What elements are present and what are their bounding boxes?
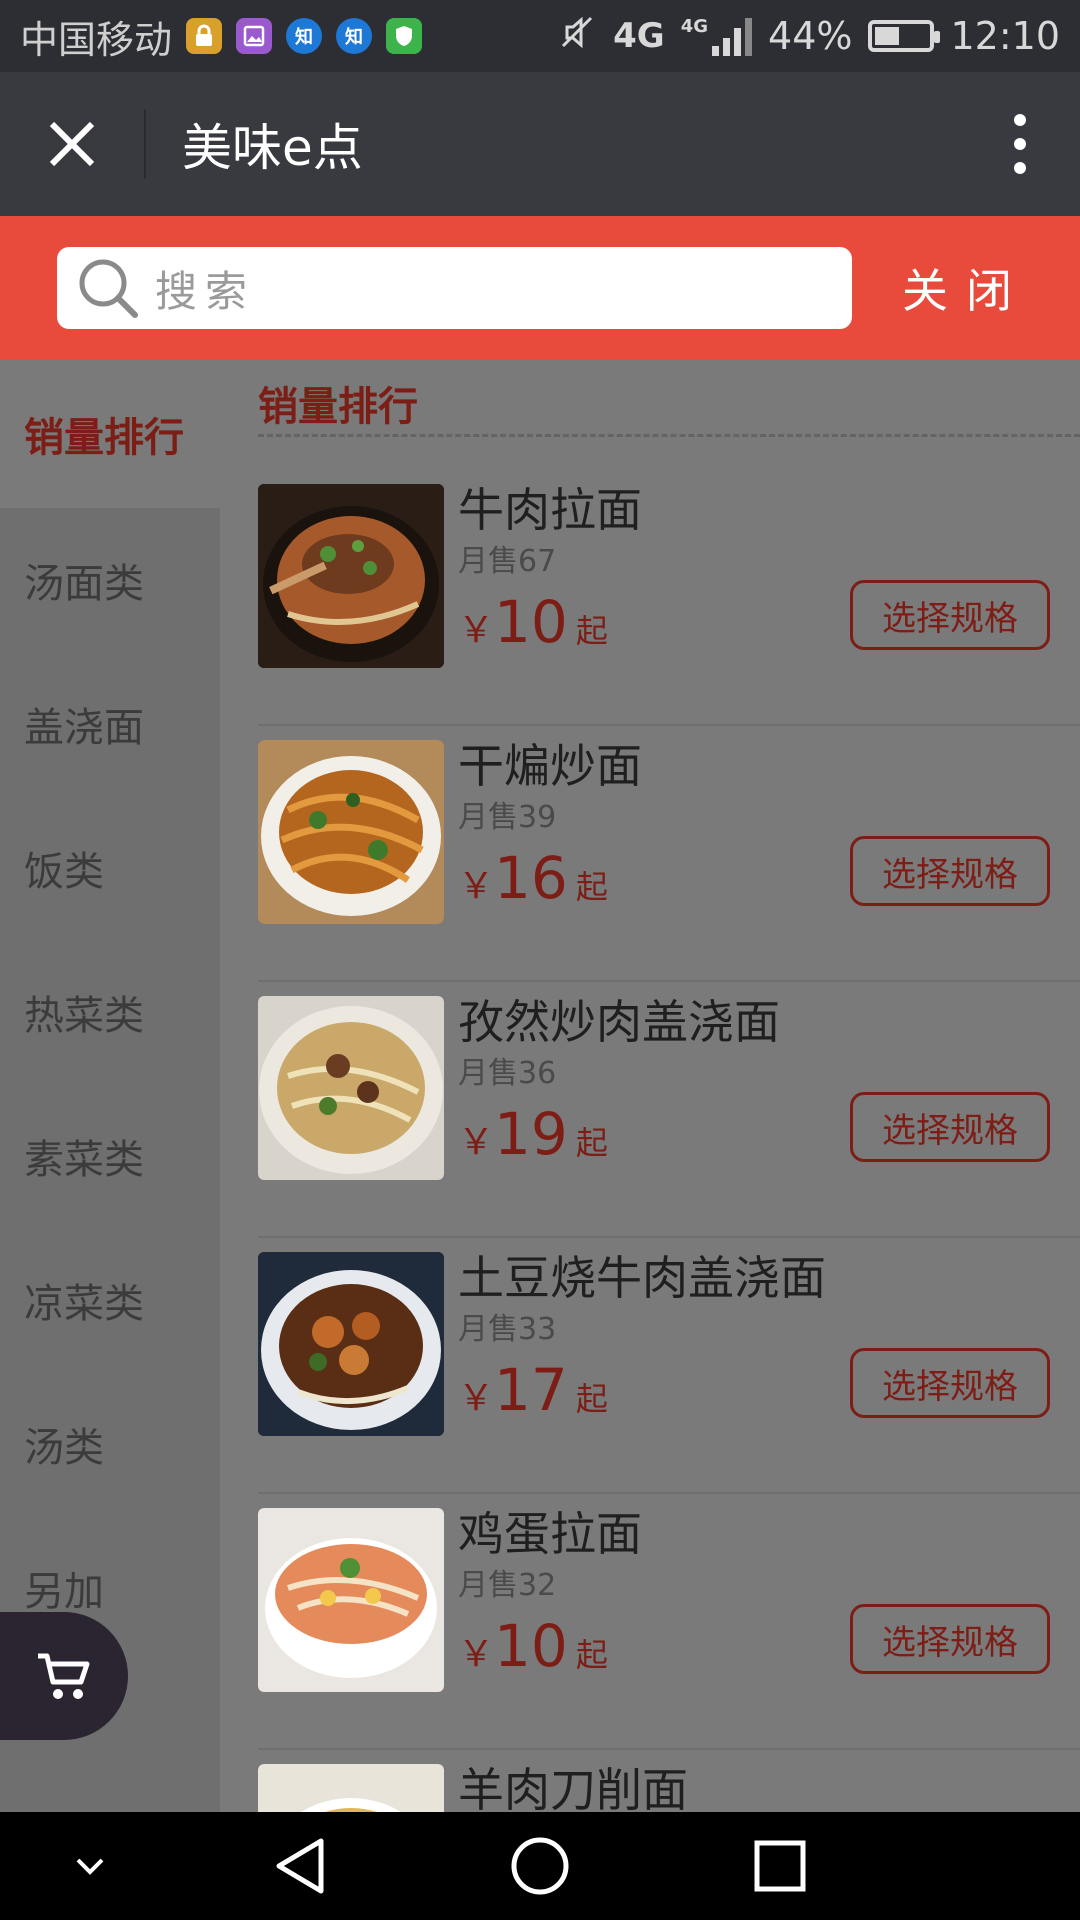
menu-main: 销量排行 汤面类 盖浇面 饭类 热菜类 素菜类 凉菜类 汤类 另加 销量排行 牛… xyxy=(0,360,1080,1812)
mute-icon xyxy=(557,12,597,61)
more-menu-button[interactable] xyxy=(960,72,1080,216)
sidebar-item-noodle-soup[interactable]: 汤面类 xyxy=(0,508,220,652)
chevron-down-icon xyxy=(76,1858,104,1875)
dish-price: ￥10 起 xyxy=(458,588,608,656)
select-spec-button[interactable]: 选择规格 xyxy=(850,1092,1050,1162)
dish-name: 土豆烧牛肉盖浇面 xyxy=(458,1251,826,1305)
dish-name: 孜然炒肉盖浇面 xyxy=(458,995,780,1049)
sidebar-item-vegetable-dishes[interactable]: 素菜类 xyxy=(0,1084,220,1228)
monthly-sales: 月售32 xyxy=(458,1568,557,1603)
zhihu-app-icon: 知 xyxy=(286,18,323,54)
search-placeholder: 搜索 xyxy=(155,266,256,316)
status-indicators: 4G 4G 44% 12:10 xyxy=(557,12,1060,61)
dish-image[interactable] xyxy=(258,740,444,924)
hide-nav-button[interactable] xyxy=(58,1812,122,1920)
search-icon xyxy=(79,259,138,318)
monthly-sales: 月售67 xyxy=(458,544,557,579)
back-button[interactable] xyxy=(260,1812,340,1920)
notification-icons: 知 知 xyxy=(186,18,423,54)
search-bar: 搜索 关闭 xyxy=(0,216,1080,360)
home-button[interactable] xyxy=(500,1812,580,1920)
cart-icon xyxy=(38,1653,90,1699)
dish-price: ￥16 起 xyxy=(458,844,608,912)
list-item: 牛肉拉面 月售67 ￥10 起 选择规格 xyxy=(258,470,1080,726)
sidebar-item-cold-dishes[interactable]: 凉菜类 xyxy=(0,1228,220,1372)
list-item: 鸡蛋拉面 月售32 ￥10 起 选择规格 xyxy=(258,1494,1080,1750)
monthly-sales: 月售36 xyxy=(458,1056,557,1091)
clock: 12:10 xyxy=(950,14,1060,58)
sidebar-item-sales-ranking[interactable]: 销量排行 xyxy=(0,360,220,508)
dish-price: ￥17 起 xyxy=(458,1356,608,1424)
recents-square-icon xyxy=(754,1840,806,1892)
section-title: 销量排行 xyxy=(258,384,418,430)
battery-icon xyxy=(868,20,941,52)
dish-image[interactable] xyxy=(258,1764,444,1812)
system-nav-bar xyxy=(0,1812,1080,1920)
dish-name: 鸡蛋拉面 xyxy=(458,1507,642,1561)
lock-app-icon xyxy=(186,18,223,54)
select-spec-button[interactable]: 选择规格 xyxy=(850,1604,1050,1674)
monthly-sales: 月售39 xyxy=(458,800,557,835)
dish-image[interactable] xyxy=(258,484,444,668)
shield-app-icon xyxy=(386,18,423,54)
page-title: 美味e点 xyxy=(182,119,363,177)
dish-image[interactable] xyxy=(258,1252,444,1436)
close-button[interactable] xyxy=(0,72,144,216)
dish-price: ￥10 起 xyxy=(458,1612,608,1680)
battery-percent: 44% xyxy=(768,14,853,58)
home-circle-icon xyxy=(511,1837,569,1895)
dish-image[interactable] xyxy=(258,1508,444,1692)
more-vertical-icon xyxy=(1014,114,1026,174)
sidebar-item-hot-dishes[interactable]: 热菜类 xyxy=(0,940,220,1084)
status-bar: 中国移动 知 知 4G 4G 44% 12:10 xyxy=(0,0,1080,72)
list-item: 干煸炒面 月售39 ￥16 起 选择规格 xyxy=(258,726,1080,982)
category-sidebar: 销量排行 汤面类 盖浇面 饭类 热菜类 素菜类 凉菜类 汤类 另加 xyxy=(0,360,220,1812)
dish-name: 牛肉拉面 xyxy=(458,483,642,537)
sidebar-item-rice-topped-noodles[interactable]: 盖浇面 xyxy=(0,652,220,796)
dish-name: 羊肉刀削面 xyxy=(458,1763,688,1812)
gallery-app-icon xyxy=(236,18,273,54)
carrier-name: 中国移动 xyxy=(20,17,173,62)
monthly-sales: 月售33 xyxy=(458,1312,557,1347)
dish-price: ￥19 起 xyxy=(458,1100,608,1168)
close-icon xyxy=(49,121,95,167)
network-type-small: 4G xyxy=(680,16,709,37)
select-spec-button[interactable]: 选择规格 xyxy=(850,580,1050,650)
title-bar: 美味e点 xyxy=(0,72,1080,216)
zhihu-app-icon: 知 xyxy=(336,18,373,54)
list-item: 羊肉刀削面 xyxy=(258,1750,1080,1812)
sidebar-item-soups[interactable]: 汤类 xyxy=(0,1372,220,1516)
title-divider xyxy=(144,109,146,179)
dish-list: 销量排行 牛肉拉面 月售67 ￥10 起 选择规格 干煸炒面 月售39 ￥16 起 … xyxy=(220,360,1080,1812)
network-type: 4G xyxy=(613,16,665,56)
select-spec-button[interactable]: 选择规格 xyxy=(850,836,1050,906)
select-spec-button[interactable]: 选择规格 xyxy=(850,1348,1050,1418)
search-input[interactable]: 搜索 xyxy=(57,247,852,329)
back-triangle-icon xyxy=(276,1838,324,1894)
list-item: 土豆烧牛肉盖浇面 月售33 ￥17 起 选择规格 xyxy=(258,1238,1080,1494)
cart-button[interactable] xyxy=(0,1612,128,1740)
list-item: 孜然炒肉盖浇面 月售36 ￥19 起 选择规格 xyxy=(258,982,1080,1238)
recents-button[interactable] xyxy=(740,1812,820,1920)
close-search-button[interactable]: 关闭 xyxy=(902,255,1030,321)
section-divider xyxy=(258,434,1080,437)
dish-name: 干煸炒面 xyxy=(458,739,642,793)
sidebar-item-rice[interactable]: 饭类 xyxy=(0,796,220,940)
dish-image[interactable] xyxy=(258,996,444,1180)
signal-icon: 4G xyxy=(680,16,753,56)
